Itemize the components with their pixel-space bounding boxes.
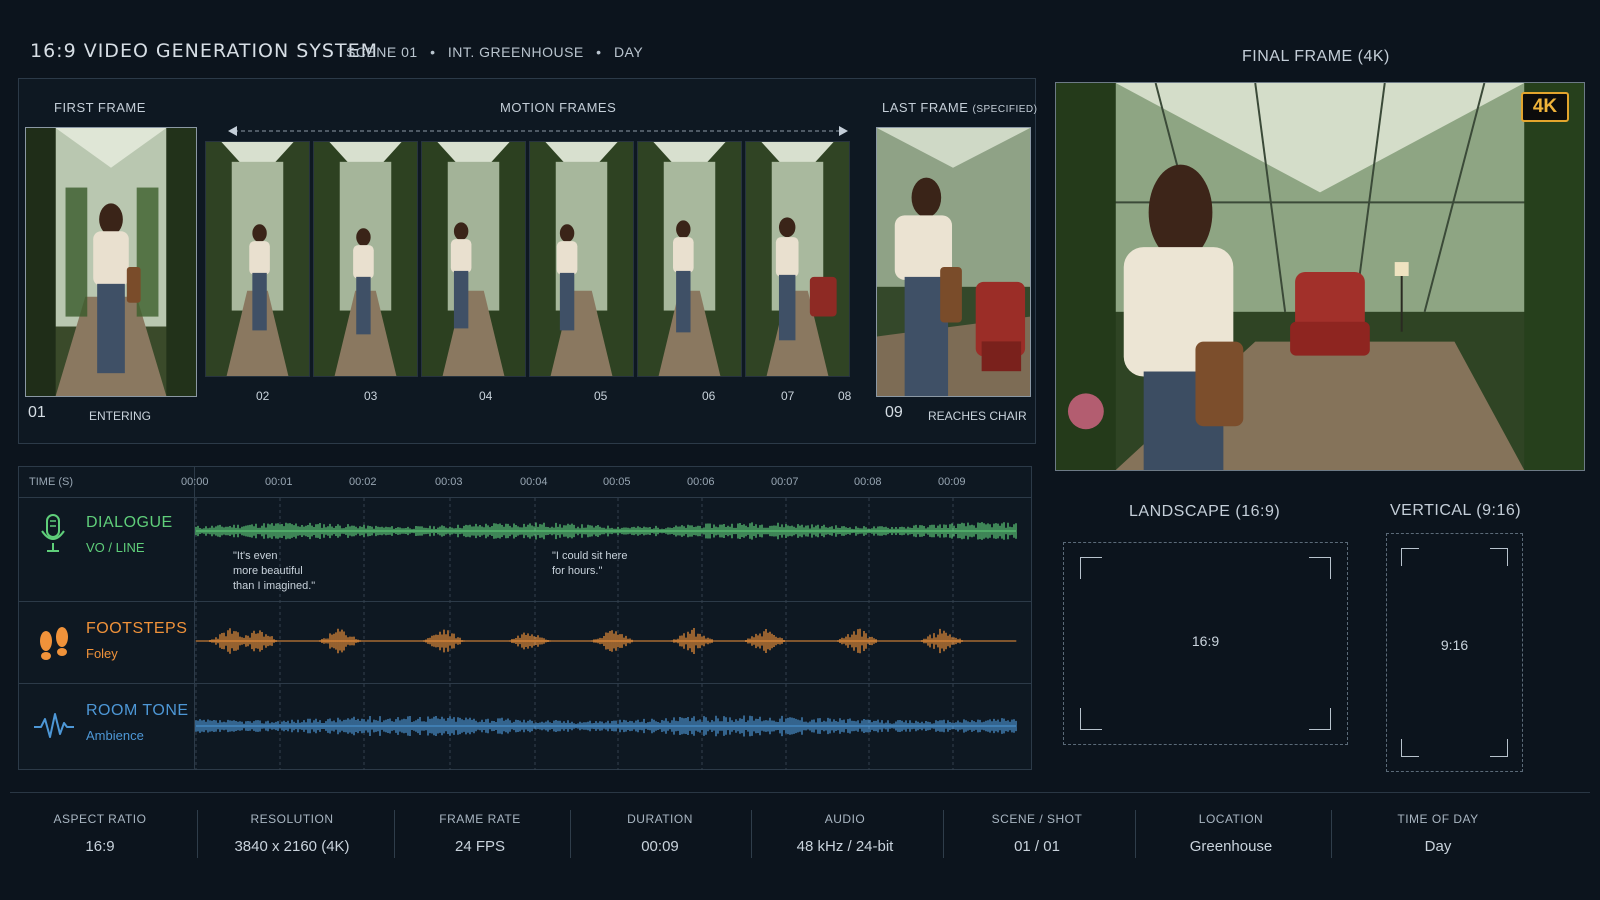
meta-divider xyxy=(10,792,1590,793)
meta-value: 24 FPS xyxy=(454,838,506,855)
meta-column-divider xyxy=(197,810,198,858)
crop-corner xyxy=(1309,557,1331,579)
dialogue-line: than I imagined." xyxy=(233,580,316,592)
meta-column-divider xyxy=(943,810,944,858)
crop-corner xyxy=(1401,548,1419,566)
audio-waveforms xyxy=(195,522,1017,737)
landscape-ratio: 16:9 xyxy=(1191,633,1220,649)
crop-corner xyxy=(1401,739,1419,757)
meta-column-divider xyxy=(570,810,571,858)
landscape-preview[interactable]: 16:9 xyxy=(1063,542,1348,745)
dialogue-line: for hours." xyxy=(552,565,603,577)
crop-corner xyxy=(1490,739,1508,757)
dialogue-line: "It's even xyxy=(233,550,278,562)
dialogue-caption: "I could sit here for hours." xyxy=(552,549,627,579)
meta-label: AUDIO xyxy=(824,812,866,826)
meta-label: RESOLUTION xyxy=(250,812,334,826)
meta-value: Greenhouse xyxy=(1189,838,1273,855)
meta-label: DURATION xyxy=(627,812,693,826)
meta-value: 3840 x 2160 (4K) xyxy=(234,838,350,855)
meta-label: ASPECT RATIO xyxy=(53,812,147,826)
meta-label: SCENE / SHOT xyxy=(991,812,1083,826)
meta-label: LOCATION xyxy=(1198,812,1264,826)
meta-label: TIME OF DAY xyxy=(1397,812,1479,826)
meta-value: Day xyxy=(1424,838,1452,855)
crop-corner xyxy=(1309,708,1331,730)
meta-column-divider xyxy=(1135,810,1136,858)
crop-corner xyxy=(1080,708,1102,730)
vertical-ratio: 9:16 xyxy=(1440,637,1469,653)
landscape-label: LANDSCAPE (16:9) xyxy=(1129,503,1281,520)
dialogue-line: "I could sit here xyxy=(552,550,628,562)
meta-column-divider xyxy=(394,810,395,858)
meta-label: FRAME RATE xyxy=(439,812,521,826)
meta-value: 01 / 01 xyxy=(1014,838,1060,855)
meta-column-divider xyxy=(1331,810,1332,858)
meta-value: 16:9 xyxy=(85,838,115,855)
meta-value: 00:09 xyxy=(641,838,679,855)
vertical-label: VERTICAL (9:16) xyxy=(1390,502,1522,519)
meta-value: 48 kHz / 24-bit xyxy=(796,838,894,855)
crop-corner xyxy=(1080,557,1102,579)
meta-column-divider xyxy=(751,810,752,858)
vertical-preview[interactable]: 9:16 xyxy=(1386,533,1523,772)
dialogue-line: more beautiful xyxy=(233,565,303,577)
crop-corner xyxy=(1490,548,1508,566)
dialogue-caption: "It's even more beautiful than I imagine… xyxy=(233,549,315,594)
